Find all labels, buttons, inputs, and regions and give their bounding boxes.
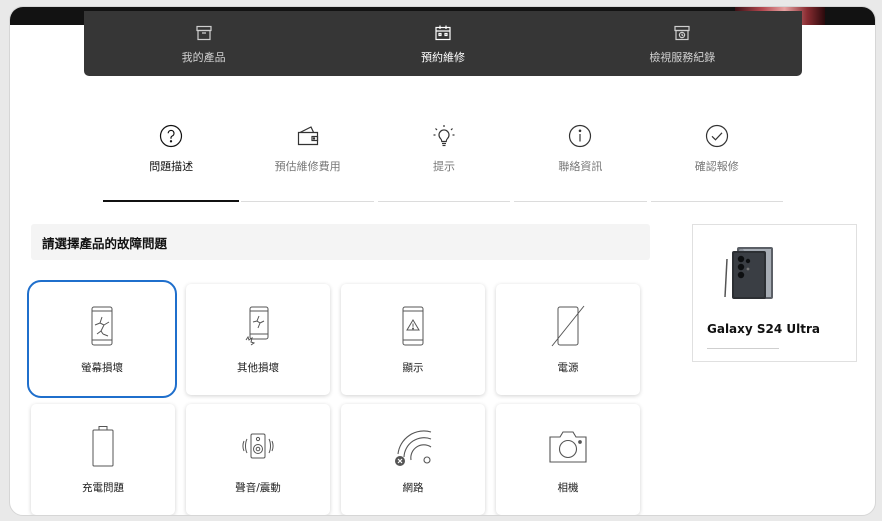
galaxy-phone-image (724, 247, 773, 299)
service-nav-label: 預約維修 (420, 51, 465, 64)
service-nav-label: 我的產品 (181, 51, 226, 64)
step-label: 預估維修費用 (274, 160, 341, 173)
issue-card-label: 電源 (557, 362, 579, 374)
battery-icon (92, 426, 114, 467)
service-nav-label: 檢視服務紀錄 (649, 51, 716, 64)
calendar-icon (435, 25, 451, 41)
service-nav: 我的產品 預約維修 檢視服務紀錄 (84, 11, 802, 76)
step-label: 確認報修 (694, 160, 739, 173)
issue-card-network[interactable]: 網路 (341, 404, 485, 515)
step-tips[interactable]: 提示 (376, 124, 512, 202)
power-off-icon (551, 305, 585, 347)
issue-card-label: 充電問題 (82, 482, 124, 494)
step-label: 提示 (432, 160, 455, 173)
issue-card-power[interactable]: 電源 (496, 284, 640, 395)
issue-card-sound-vibration[interactable]: 聲音/震動 (186, 404, 330, 515)
issue-card-label: 其他損壞 (237, 362, 279, 374)
network-off-icon (395, 430, 432, 466)
step-label: 聯絡資訊 (558, 160, 603, 173)
service-nav-history[interactable]: 檢視服務紀錄 (563, 11, 802, 76)
display-warning-icon (402, 306, 424, 346)
lightbulb-icon (433, 125, 455, 147)
question-title: 請選擇產品的故障問題 (42, 235, 168, 251)
step-problem-description[interactable]: 問題描述 (103, 124, 240, 202)
issue-card-screen-damage[interactable]: 螢幕損壞 (27, 280, 177, 398)
app-window: 我的產品 預約維修 檢視服務紀錄 問題描述 預估維修費用 提示 聯絡資訊 確認報… (9, 6, 876, 516)
issue-card-other-damage[interactable]: 其他損壞 (186, 284, 330, 395)
product-divider (707, 348, 779, 349)
issue-card-label: 螢幕損壞 (81, 362, 123, 374)
issue-card-charging[interactable]: 充電問題 (31, 404, 175, 515)
issue-card-label: 網路 (402, 482, 424, 494)
issue-card-label: 聲音/震動 (235, 482, 281, 494)
repair-steps: 問題描述 預估維修費用 提示 聯絡資訊 確認報修 (103, 124, 785, 202)
speaker-vibration-icon (242, 433, 274, 459)
question-circle-icon (160, 124, 183, 148)
cracked-screen-icon (91, 306, 113, 346)
product-name: Galaxy S24 Ultra (707, 322, 821, 336)
issue-card-camera[interactable]: 相機 (496, 404, 640, 515)
step-label: 問題描述 (149, 160, 194, 173)
step-estimate-cost[interactable]: 預估維修費用 (239, 124, 375, 202)
damaged-phone-icon (245, 306, 269, 346)
question-heading-bar: 請選擇產品的故障問題 (31, 224, 650, 260)
wallet-icon (297, 126, 318, 146)
selected-product-card: Galaxy S24 Ultra (692, 224, 857, 362)
issue-card-label: 相機 (557, 482, 579, 494)
info-circle-icon (569, 124, 592, 148)
check-circle-icon (705, 124, 728, 148)
service-nav-book-repair[interactable]: 預約維修 (323, 11, 562, 76)
step-confirm-repair[interactable]: 確認報修 (649, 124, 785, 202)
product-box-icon (196, 25, 212, 41)
step-contact-info[interactable]: 聯絡資訊 (512, 124, 648, 202)
camera-icon (549, 431, 587, 463)
service-nav-my-products[interactable]: 我的產品 (84, 11, 323, 76)
issue-card-display[interactable]: 顯示 (341, 284, 485, 395)
history-box-icon (674, 25, 690, 41)
issue-card-label: 顯示 (402, 362, 424, 374)
